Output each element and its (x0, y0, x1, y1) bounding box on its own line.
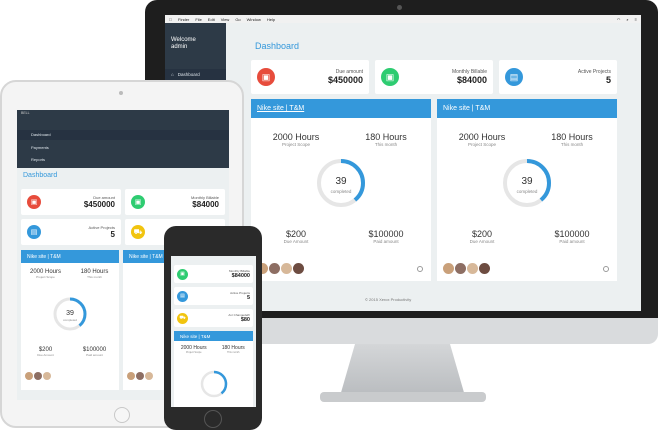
footer: © 2015 Xerox Productivity (365, 297, 412, 302)
svg-text:completed: completed (63, 318, 77, 322)
avatar[interactable] (443, 263, 454, 274)
ipad-nav-payments[interactable]: Payments (17, 143, 229, 153)
page-title: Dashboard (255, 41, 300, 51)
stat-card-billable[interactable]: ▣ Monthly Billable $84000 (375, 60, 493, 94)
camera (397, 5, 402, 10)
ipad-sidebar: BELL Dashboard Payments Reports (17, 110, 229, 168)
avatar[interactable] (43, 372, 51, 380)
project-title[interactable]: Nike site | T&M (437, 99, 617, 118)
project-card[interactable]: Nike site | T&M 2000 Hours Project Scope … (21, 250, 119, 390)
iphone-screen: ▣ Monthly Billable $84000 ▤ Active Projec… (171, 256, 256, 407)
mac-menubar:  Finder File Edit View Go Window Help ◠… (165, 15, 641, 23)
menu-help[interactable]: Help (267, 17, 275, 22)
ipad-nav-reports[interactable]: Reports (17, 155, 229, 165)
sidebar-item-dashboard[interactable]: ⌂ Dashboard (165, 69, 226, 80)
menu-file[interactable]: File (195, 17, 201, 22)
monitor-stand (340, 344, 465, 396)
money-icon: ▣ (177, 268, 188, 280)
home-icon: ⌂ (171, 72, 174, 77)
project-title[interactable]: Nike site | T&M (174, 331, 253, 341)
ipad-home-button[interactable] (114, 407, 130, 423)
briefcase-icon: ▤ (27, 225, 41, 239)
menu-icon[interactable]: ≡ (635, 17, 637, 22)
progress-label: completed (517, 189, 538, 194)
stat-card-projects[interactable]: ▤ Active Projects 5 (21, 219, 121, 245)
progress-ring: 39 completed (503, 159, 551, 207)
avatar[interactable] (467, 263, 478, 274)
avatar[interactable] (269, 263, 280, 274)
project-card[interactable]: Nike site | T&M 2000 Hours Project Scope … (437, 99, 617, 281)
progress-percent: 39 (521, 176, 533, 187)
settings-icon[interactable] (417, 266, 423, 272)
progress-label: completed (331, 189, 352, 194)
team-avatars (257, 263, 304, 274)
avatar[interactable] (293, 263, 304, 274)
username: admin (171, 44, 188, 50)
settings-icon[interactable] (603, 266, 609, 272)
page-title: Dashboard (23, 172, 58, 179)
ipad-camera (119, 91, 123, 95)
avatar[interactable] (25, 372, 33, 380)
menu-go[interactable]: Go (235, 17, 240, 22)
menu-edit[interactable]: Edit (208, 17, 215, 22)
avatar[interactable] (136, 372, 144, 380)
team-avatars (127, 372, 153, 380)
stat-card-projects[interactable]: ▤ Active Projects 5 (499, 60, 617, 94)
stat-card-due[interactable]: ▣ Due amount $450000 (251, 60, 369, 94)
money-icon: ▣ (381, 68, 399, 86)
stat-card-changeorder[interactable]: ⛟ Avr Changedelfr $80 (174, 309, 253, 327)
money-icon: ▣ (27, 195, 41, 209)
avatar[interactable] (145, 372, 153, 380)
project-title[interactable]: Nike site | T&M (21, 250, 119, 263)
progress-ring (200, 370, 228, 398)
stat-card-billable[interactable]: ▣ Monthly Billable $84000 (125, 189, 225, 215)
progress-percent: 39 (335, 176, 347, 187)
svg-text:39: 39 (66, 310, 74, 317)
stat-card-billable[interactable]: ▣ Monthly Billable $84000 (174, 265, 253, 283)
stat-card-due[interactable]: ▣ Due amount $450000 (21, 189, 121, 215)
carrier: BELL (21, 111, 30, 115)
project-card[interactable]: Nike site | T&M 2000 Hours Project Scope … (174, 331, 253, 407)
avatar[interactable] (127, 372, 135, 380)
avatar[interactable] (455, 263, 466, 274)
monitor-base (320, 392, 486, 402)
menu-window[interactable]: Window (247, 17, 261, 22)
money-icon: ▣ (131, 195, 145, 209)
money-icon: ▣ (257, 68, 275, 86)
search-icon[interactable]: ⌕ (626, 17, 628, 22)
ipad-nav-dashboard[interactable]: Dashboard (17, 130, 229, 140)
iphone-home-button[interactable] (204, 410, 222, 428)
project-card[interactable]: Nike site | T&M 2000 Hours Project Scope … (251, 99, 431, 281)
apple-icon[interactable]:  (169, 17, 172, 22)
welcome-text: Welcome (171, 37, 196, 43)
cart-icon: ⛟ (131, 225, 145, 239)
briefcase-icon: ▤ (505, 68, 523, 86)
stat-card-projects[interactable]: ▤ Active Projects 5 (174, 287, 253, 305)
project-title[interactable]: Nike site | T&M (251, 99, 431, 118)
menu-finder[interactable]: Finder (178, 17, 189, 22)
progress-ring: 39 completed (317, 159, 365, 207)
menu-view[interactable]: View (221, 17, 230, 22)
avatar[interactable] (281, 263, 292, 274)
team-avatars (443, 263, 490, 274)
team-avatars (25, 372, 51, 380)
cart-icon: ⛟ (177, 312, 188, 324)
wifi-icon[interactable]: ◠ (617, 17, 621, 22)
avatar[interactable] (479, 263, 490, 274)
avatar[interactable] (34, 372, 42, 380)
progress-ring: 39 completed (53, 297, 87, 331)
briefcase-icon: ▤ (177, 290, 188, 302)
